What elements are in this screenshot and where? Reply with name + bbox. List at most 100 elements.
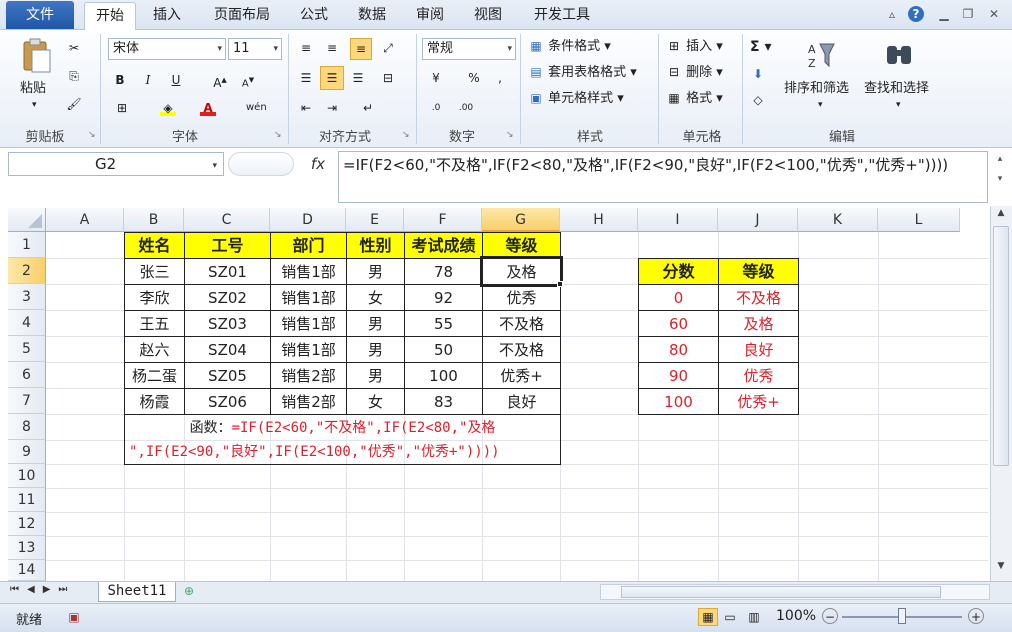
close-icon[interactable]: ✕ xyxy=(986,6,1002,22)
zoom-slider-thumb[interactable] xyxy=(898,608,906,624)
table-header-cell[interactable]: 考试成绩 xyxy=(404,232,483,259)
table-cell[interactable]: 销售1部 xyxy=(270,284,347,311)
vertical-scrollbar[interactable]: ▲ ▼ xyxy=(990,206,1012,581)
normal-view-icon[interactable]: ▦ xyxy=(698,608,718,626)
row-header-4[interactable]: 4 xyxy=(8,310,46,336)
tab-data[interactable]: 数据 xyxy=(350,2,394,30)
fill-icon[interactable]: ⬇ xyxy=(750,66,766,82)
minimize-ribbon-icon[interactable]: ▵ xyxy=(884,6,900,22)
font-size-select[interactable]: 11 ▾ xyxy=(228,38,282,60)
name-box[interactable]: G2 ▾ xyxy=(8,152,224,176)
table-cell[interactable]: 杨霞 xyxy=(124,388,185,415)
row-header-3[interactable]: 3 xyxy=(8,284,46,310)
decrease-font-icon[interactable]: A▼ xyxy=(240,72,256,89)
table-cell[interactable]: 83 xyxy=(404,388,483,415)
table-cell[interactable]: 男 xyxy=(346,310,405,337)
table-header-cell[interactable]: 部门 xyxy=(270,232,347,259)
align-right-icon[interactable]: ☰ xyxy=(350,70,366,86)
vertical-scroll-thumb[interactable] xyxy=(993,226,1009,466)
tab-file[interactable]: 文件 xyxy=(6,1,74,29)
column-header-d[interactable]: D xyxy=(270,208,346,232)
column-header-f[interactable]: F xyxy=(404,208,482,232)
horizontal-scrollbar[interactable] xyxy=(600,584,990,600)
table-cell[interactable]: 50 xyxy=(404,336,483,363)
column-header-j[interactable]: J xyxy=(718,208,798,232)
italic-button[interactable]: I xyxy=(140,72,156,88)
lookup-header-cell[interactable]: 分数 xyxy=(638,258,719,285)
table-cell[interactable]: 优秀+ xyxy=(482,362,561,389)
column-header-h[interactable]: H xyxy=(560,208,638,232)
autosum-button[interactable]: Σ ▾ xyxy=(750,38,771,56)
row-header-10[interactable]: 10 xyxy=(8,464,46,488)
tab-developer[interactable]: 开发工具 xyxy=(524,2,600,30)
cut-icon[interactable]: ✂ xyxy=(66,40,82,56)
paste-label[interactable]: 粘贴 xyxy=(20,80,46,98)
table-cell[interactable]: 男 xyxy=(346,258,405,285)
zoom-level[interactable]: 100% xyxy=(776,608,816,624)
lookup-cell[interactable]: 优秀+ xyxy=(718,388,799,415)
column-header-b[interactable]: B xyxy=(124,208,184,232)
column-header-g[interactable]: G xyxy=(482,208,560,232)
increase-font-icon[interactable]: A▲ xyxy=(212,72,228,90)
row-header-13[interactable]: 13 xyxy=(8,536,46,560)
lookup-cell[interactable]: 不及格 xyxy=(718,284,799,311)
insert-cells-button[interactable]: ⊞ 插入 ▾ xyxy=(666,38,723,56)
percent-button[interactable]: % xyxy=(466,70,482,86)
tab-page-layout[interactable]: 页面布局 xyxy=(204,2,280,30)
format-painter-icon[interactable]: 🖌 xyxy=(66,96,82,112)
table-cell[interactable]: 女 xyxy=(346,284,405,311)
function-note-cell[interactable]: 函数：=IF(E2<60,"不及格",IF(E2<80,"及格 ",IF(E2<9… xyxy=(124,414,561,465)
insert-sheet-icon[interactable]: ⊕ xyxy=(184,584,194,598)
paste-dropdown-icon[interactable]: ▾ xyxy=(32,100,37,110)
table-cell[interactable]: 女 xyxy=(346,388,405,415)
alignment-launcher-icon[interactable]: ↘ xyxy=(402,130,410,140)
table-cell[interactable]: 92 xyxy=(404,284,483,311)
row-header-7[interactable]: 7 xyxy=(8,388,46,414)
tab-formulas[interactable]: 公式 xyxy=(292,2,336,30)
font-color-icon[interactable]: A xyxy=(200,100,216,116)
table-cell[interactable]: SZ02 xyxy=(184,284,271,311)
align-bottom-icon[interactable]: ≡ xyxy=(350,38,372,60)
lookup-cell[interactable]: 90 xyxy=(638,362,719,389)
column-header-l[interactable]: L xyxy=(878,208,960,232)
column-header-e[interactable]: E xyxy=(346,208,404,232)
phonetic-icon[interactable]: wén xyxy=(246,100,267,116)
row-header-5[interactable]: 5 xyxy=(8,336,46,362)
row-header-6[interactable]: 6 xyxy=(8,362,46,388)
wrap-text-icon[interactable]: ↵ xyxy=(360,100,376,116)
lookup-cell[interactable]: 100 xyxy=(638,388,719,415)
number-format-select[interactable]: 常规 ▾ xyxy=(422,38,516,60)
decrease-indent-icon[interactable]: ⇤ xyxy=(298,100,314,116)
table-cell[interactable]: 男 xyxy=(346,362,405,389)
formula-bar-splitter[interactable] xyxy=(228,152,294,176)
tab-home[interactable]: 开始 xyxy=(84,2,136,31)
fill-handle[interactable] xyxy=(557,281,563,287)
table-header-cell[interactable]: 等级 xyxy=(482,232,561,259)
sort-dropdown-icon[interactable]: ▾ xyxy=(818,100,823,110)
number-launcher-icon[interactable]: ↘ xyxy=(506,130,514,140)
lookup-cell[interactable]: 80 xyxy=(638,336,719,363)
sort-filter-icon[interactable]: AZ xyxy=(806,40,836,70)
table-cell[interactable]: 销售2部 xyxy=(270,388,347,415)
table-header-cell[interactable]: 姓名 xyxy=(124,232,185,259)
sheet-nav-arrows-icon[interactable]: ⏮◀▶⏭ xyxy=(10,584,75,595)
find-select-icon[interactable] xyxy=(884,40,914,70)
table-cell[interactable]: 赵六 xyxy=(124,336,185,363)
column-header-c[interactable]: C xyxy=(184,208,270,232)
font-launcher-icon[interactable]: ↘ xyxy=(274,130,282,140)
table-cell[interactable]: SZ01 xyxy=(184,258,271,285)
borders-icon[interactable]: ⊞ xyxy=(114,100,130,116)
formula-input[interactable]: =IF(F2<60,"不及格",IF(F2<80,"及格",IF(F2<90,"… xyxy=(338,151,988,203)
clear-icon[interactable]: ◇ xyxy=(750,92,766,108)
column-header-a[interactable]: A xyxy=(46,208,124,232)
horizontal-scroll-thumb[interactable] xyxy=(621,586,941,598)
table-cell[interactable]: 不及格 xyxy=(482,310,561,337)
row-header-12[interactable]: 12 xyxy=(8,512,46,536)
row-header-11[interactable]: 11 xyxy=(8,488,46,512)
column-header-i[interactable]: I xyxy=(638,208,718,232)
orientation-icon[interactable]: ⤢ xyxy=(380,40,396,56)
font-name-select[interactable]: 宋体 ▾ xyxy=(108,38,226,60)
zoom-out-icon[interactable]: − xyxy=(822,608,838,624)
comma-style-icon[interactable]: , xyxy=(492,70,508,86)
sheet-tab-sheet11[interactable]: Sheet11 xyxy=(98,582,176,602)
